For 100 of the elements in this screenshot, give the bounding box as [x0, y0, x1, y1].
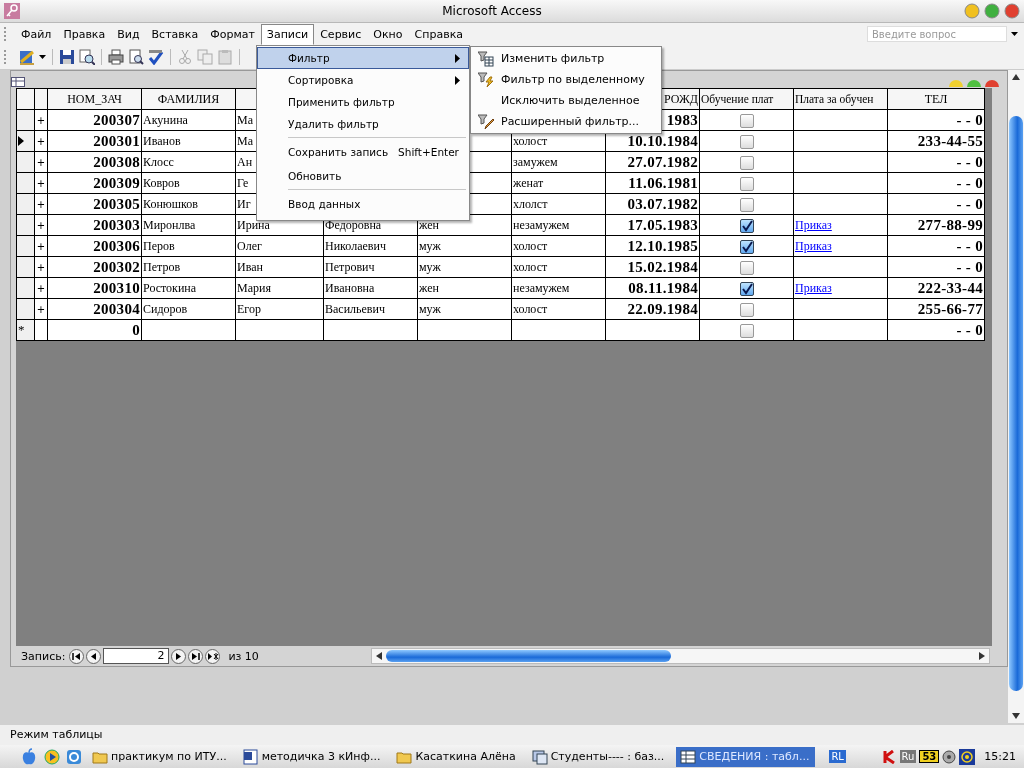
browser-icon[interactable] [66, 748, 82, 765]
menu-item[interactable]: Сервис [314, 23, 368, 45]
row-selector[interactable] [16, 277, 35, 299]
table-cell: - - 0 [956, 258, 983, 275]
close-button[interactable] [1004, 3, 1020, 19]
menu-item[interactable]: Записи [260, 23, 315, 45]
table-cell: 200303 [93, 216, 140, 233]
design-view-icon[interactable] [19, 49, 35, 65]
table-cell: Ге [237, 175, 249, 190]
table-cell: Иван [237, 259, 263, 274]
row-selector[interactable] [16, 235, 35, 257]
menu-item[interactable]: Сортировка [257, 69, 469, 91]
row-selector[interactable] [16, 193, 35, 215]
printer-icon[interactable] [108, 49, 124, 65]
menu-item[interactable]: Формат [204, 23, 261, 45]
taskbar-button[interactable]: Студенты---- : баз... [527, 746, 671, 767]
antivirus-icon[interactable] [882, 749, 897, 764]
first-record-button[interactable] [69, 648, 85, 664]
taskbar-button[interactable]: Касаткина Алёна [392, 746, 522, 767]
print-preview-icon[interactable] [128, 49, 144, 65]
new-record-button[interactable] [205, 648, 221, 664]
save-icon[interactable] [59, 49, 75, 65]
menu-item[interactable]: Вид [111, 23, 146, 45]
table-cell: 27.07.1982 [627, 153, 698, 170]
row-selector[interactable] [16, 298, 35, 320]
apple-icon[interactable] [20, 747, 38, 766]
scroll-thumb[interactable] [1009, 116, 1023, 691]
menu-item[interactable]: Расширенный фильтр... [471, 111, 661, 132]
caret-icon[interactable] [39, 55, 46, 59]
search-icon[interactable] [79, 49, 95, 65]
row-selector[interactable] [16, 172, 35, 194]
maximize-button[interactable] [984, 3, 1000, 19]
caret-icon[interactable] [1011, 32, 1018, 36]
next-record-button[interactable] [171, 648, 187, 664]
menu-item[interactable]: Обновить [257, 165, 469, 187]
row-selector[interactable] [16, 214, 35, 236]
row-selector[interactable] [16, 256, 35, 278]
checkbox[interactable] [739, 197, 754, 212]
checkbox[interactable] [739, 113, 754, 128]
checkbox[interactable] [739, 239, 754, 254]
table-cell: Клосс [143, 154, 174, 169]
tray-icon[interactable]: 53 [919, 750, 940, 763]
row-selector[interactable] [16, 151, 35, 173]
menu-item[interactable]: Правка [57, 23, 112, 45]
network-icon[interactable] [959, 748, 976, 765]
menu-item[interactable]: Фильтр по выделенному [471, 69, 661, 90]
checkbox[interactable] [739, 155, 754, 170]
menu-item[interactable]: Исключить выделенное [471, 90, 661, 111]
minimize-button[interactable] [964, 3, 980, 19]
menu-item[interactable]: Фильтр [257, 47, 469, 69]
table-cell: 233-44-55 [917, 132, 983, 149]
media-player-icon[interactable] [44, 748, 60, 765]
checkbox[interactable] [739, 281, 754, 296]
column-header[interactable]: ТЕЛ [924, 91, 948, 106]
close-button[interactable] [985, 78, 999, 87]
menu-item[interactable]: Справка [408, 23, 469, 45]
menu-item[interactable]: Удалить фильтр [257, 113, 469, 135]
clock: 15:21 [984, 750, 1016, 763]
table-cell: Олег [237, 238, 262, 253]
down-arrow-icon [1012, 713, 1020, 719]
checkbox[interactable] [739, 302, 754, 317]
table-cell: Иг [237, 196, 251, 211]
table-cell: холост [513, 259, 548, 274]
checkbox[interactable] [739, 323, 754, 338]
previous-record-button[interactable] [86, 648, 102, 664]
table-cell: холост [513, 133, 548, 148]
table-cell: незамужем [513, 280, 570, 295]
table-cell: замужем [513, 154, 558, 169]
row-selector[interactable]: * [16, 319, 35, 341]
menu-item[interactable]: Файл [15, 23, 58, 45]
table-cell: 08.11.1984 [628, 279, 698, 296]
row-selector[interactable] [16, 130, 35, 152]
taskbar-button[interactable]: методичка 3 кИнф... [238, 746, 387, 767]
taskbar-button[interactable]: СВЕДЕНИЯ : табл... [676, 746, 816, 767]
scroll-thumb[interactable] [385, 650, 671, 662]
menu-item[interactable]: Изменить фильтр [471, 48, 661, 69]
record-number-field[interactable]: 2 [103, 648, 170, 664]
table-cell: 200302 [93, 258, 140, 275]
submenu-arrow-icon [455, 53, 460, 63]
horizontal-scrollbar[interactable] [370, 648, 990, 664]
clipboard-icon[interactable] [217, 49, 233, 65]
checkbox[interactable] [739, 176, 754, 191]
table-cell: 10.10.1984 [627, 132, 698, 149]
row-selector[interactable] [16, 109, 35, 131]
table-cell: 222-33-44 [917, 279, 983, 296]
last-record-button[interactable] [188, 648, 204, 664]
document-icon [242, 748, 259, 765]
checkbox[interactable] [739, 218, 754, 233]
spelling-icon[interactable] [148, 49, 164, 65]
tray-icon[interactable]: Ru [899, 750, 917, 763]
menu-item[interactable]: Вставка [145, 23, 205, 45]
vertical-scrollbar[interactable] [1008, 70, 1024, 723]
checkbox[interactable] [739, 260, 754, 275]
language-indicator[interactable]: RL [829, 750, 846, 763]
speaker-icon[interactable] [942, 749, 957, 764]
checkbox[interactable] [739, 134, 754, 149]
menu-item[interactable]: Окно [367, 23, 409, 45]
help-search-field[interactable]: Введите вопрос [867, 26, 1007, 42]
taskbar-button[interactable]: практикум по ИТУ... [88, 746, 233, 767]
menu-item[interactable]: Применить фильтр [257, 91, 469, 113]
